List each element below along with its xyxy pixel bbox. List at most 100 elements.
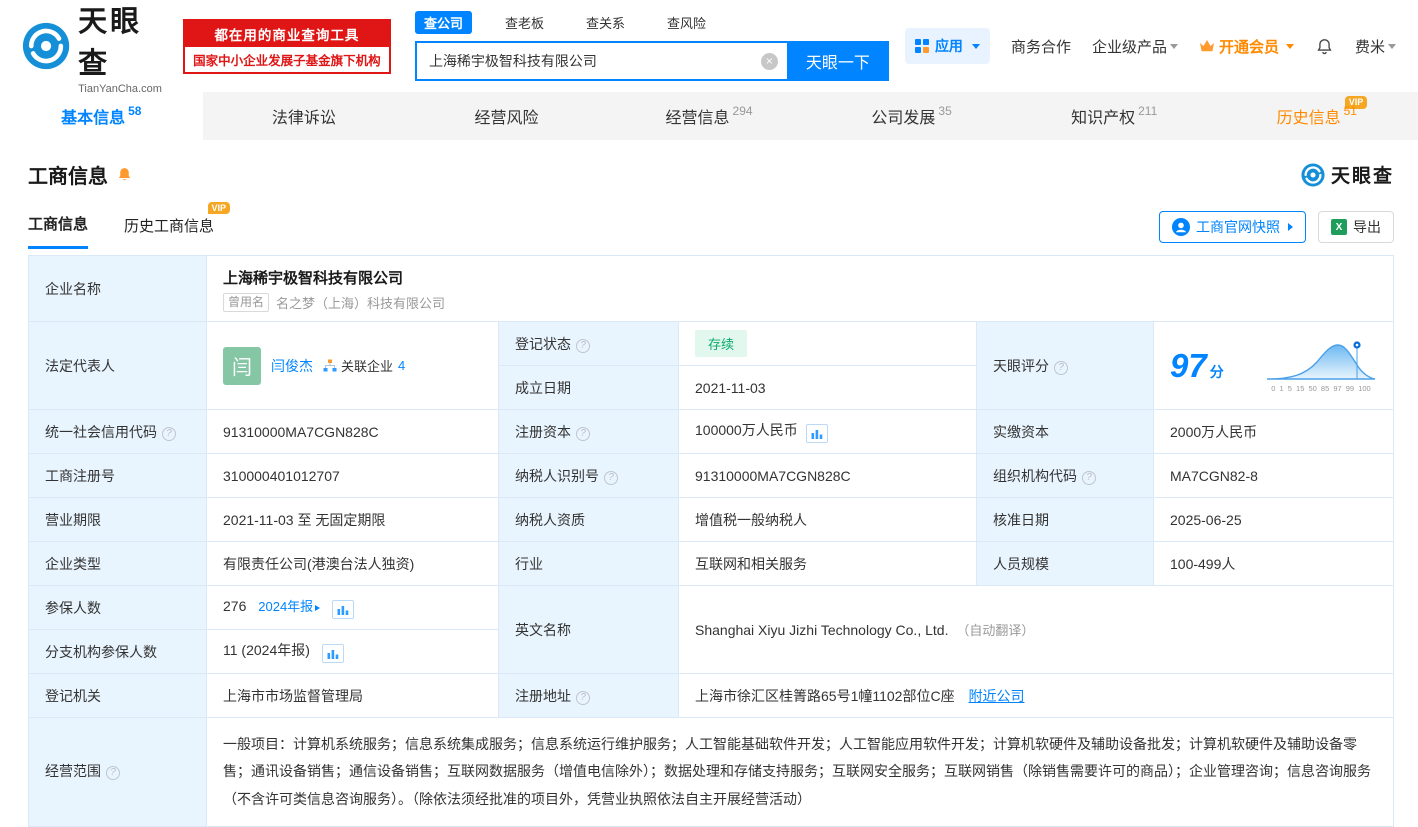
export-button-label: 导出: [1353, 219, 1381, 235]
tab-intellectual-property[interactable]: 知识产权 211: [1013, 92, 1216, 140]
former-name-badge: 曾用名: [223, 292, 270, 312]
help-icon[interactable]: [576, 426, 590, 441]
related-companies-link[interactable]: 关联企业 4: [323, 356, 405, 375]
label-est-date: 成立日期: [498, 365, 679, 410]
help-icon[interactable]: [1054, 360, 1068, 375]
tab-legal-proceedings[interactable]: 法律诉讼: [203, 92, 406, 140]
apps-grid-icon: [914, 39, 929, 53]
value-biz-term: 2021-11-03 至 无固定期限: [206, 497, 499, 542]
help-icon[interactable]: [162, 426, 176, 441]
official-snapshot-button[interactable]: 工商官网快照: [1159, 211, 1306, 243]
value-insured-count: 276 2024年报: [206, 585, 499, 630]
notification-bell-icon[interactable]: [1315, 37, 1334, 56]
site-logo[interactable]: 天眼查 TianYanCha.com: [22, 0, 167, 95]
company-section-tabs: 基本信息 58 法律诉讼 经营风险 经营信息 294 公司发展 35 知识产权 …: [0, 92, 1418, 140]
label-taxpayer-quality: 纳税人资质: [498, 497, 679, 542]
label-industry: 行业: [498, 541, 679, 586]
subscribe-bell-icon[interactable]: [116, 166, 133, 183]
subtab-row: 工商信息 VIP 历史工商信息 工商官网快照 X 导出: [0, 189, 1418, 251]
value-branch-insured: 11 (2024年报): [206, 629, 499, 674]
tab-count: 294: [732, 104, 753, 118]
business-cooperation-link[interactable]: 商务合作: [1011, 36, 1071, 57]
insured-chart-icon[interactable]: [332, 600, 355, 619]
label-business-scope: 经营范围: [28, 717, 207, 827]
value-approve-date: 2025-06-25: [1153, 497, 1394, 542]
score-axis-labels: 0 1 5 15 50 85 97 99 100: [1271, 383, 1371, 393]
label-credit-code: 统一社会信用代码: [28, 409, 207, 454]
tab-business-operations[interactable]: 经营信息 294: [608, 92, 811, 140]
value-staff-size: 100-499人: [1153, 541, 1394, 586]
help-icon[interactable]: [604, 470, 618, 485]
user-name: 费米: [1354, 38, 1385, 56]
tab-history-info[interactable]: VIP 历史信息 51: [1215, 92, 1418, 140]
clear-search-icon[interactable]: ×: [760, 52, 778, 70]
snapshot-button-label: 工商官网快照: [1196, 219, 1280, 235]
subtab-history-business-info[interactable]: VIP 历史工商信息: [124, 201, 231, 248]
value-business-scope: 一般项目：计算机系统服务；信息系统集成服务；信息系统运行维护服务；人工智能基础软…: [206, 717, 1394, 827]
export-button[interactable]: X 导出: [1318, 211, 1394, 243]
value-credit-code: 91310000MA7CGN828C: [206, 409, 499, 454]
user-menu[interactable]: 费米: [1355, 36, 1396, 57]
promo-line-2: 国家中小企业发展子基金旗下机构: [193, 53, 381, 68]
logo-title: 天眼查: [78, 5, 143, 80]
value-company-name: 上海稀宇极智科技有限公司 曾用名 名之梦（上海）科技有限公司: [206, 255, 1394, 322]
help-icon[interactable]: [576, 690, 590, 705]
label-staff-size: 人员规模: [976, 541, 1154, 586]
label-insured-count: 参保人数: [28, 585, 207, 630]
legal-rep-name-link[interactable]: 闫俊杰: [271, 356, 313, 376]
chevron-right-icon: [1288, 223, 1293, 231]
search-tab-company[interactable]: 查公司: [414, 11, 472, 34]
bell-curve-icon: [1266, 340, 1376, 380]
chevron-down-icon: [1169, 43, 1178, 49]
chevron-down-icon: [1285, 43, 1294, 49]
subtab-business-info[interactable]: 工商信息: [28, 213, 89, 249]
open-vip-link[interactable]: 开通会员: [1199, 36, 1294, 57]
search-tab-boss[interactable]: 查老板: [496, 11, 553, 34]
tianyancha-logo-icon: [1301, 162, 1325, 187]
search-input[interactable]: [416, 53, 787, 69]
label-reg-address: 注册地址: [498, 673, 679, 718]
tab-label: 经营风险: [474, 110, 539, 127]
branch-insured-chart-icon[interactable]: [321, 644, 344, 663]
score-number[interactable]: 97 分: [1170, 347, 1224, 385]
chevron-down-icon: [971, 43, 980, 49]
chevron-right-icon: [315, 605, 321, 611]
label-org-code: 组织机构代码: [976, 453, 1154, 498]
enterprise-products-label: 企业级产品: [1091, 38, 1167, 56]
annual-report-link[interactable]: 2024年报: [258, 599, 321, 614]
tab-label: 基本信息: [61, 110, 126, 127]
apps-menu-button[interactable]: 应用: [904, 28, 990, 64]
brand-name: 天眼查: [1330, 166, 1394, 187]
value-english-name: Shanghai Xiyu Jizhi Technology Co., Ltd.…: [678, 585, 1394, 674]
company-name-text[interactable]: 上海稀宇极智科技有限公司: [223, 267, 1377, 288]
value-reg-address: 上海市徐汇区桂箐路65号1幢1102部位C座 附近公司: [678, 673, 1394, 718]
nearby-companies-link[interactable]: 附近公司: [968, 688, 1024, 704]
label-reg-capital: 注册资本: [498, 409, 679, 454]
tab-operation-risk[interactable]: 经营风险: [405, 92, 608, 140]
label-reg-authority: 登记机关: [28, 673, 207, 718]
related-companies-count[interactable]: 4: [398, 358, 405, 373]
tab-basic-info[interactable]: 基本信息 58: [0, 92, 203, 140]
tab-count: 58: [128, 104, 142, 118]
help-icon[interactable]: [1082, 470, 1096, 485]
legal-rep-avatar[interactable]: 闫: [223, 346, 261, 385]
help-icon[interactable]: [106, 766, 120, 781]
value-est-date: 2021-11-03: [678, 365, 977, 410]
search-button[interactable]: 天眼一下: [786, 41, 889, 81]
label-reg-status: 登记状态: [498, 321, 679, 366]
chevron-down-icon: [1388, 43, 1396, 49]
search-type-tabs: 查公司 查老板 查关系 查风险: [414, 11, 889, 34]
tab-label: 历史信息: [1276, 110, 1341, 127]
help-icon[interactable]: [576, 338, 590, 353]
search-tab-relation[interactable]: 查关系: [577, 11, 634, 34]
promo-banner: 都在用的商业查询工具 国家中小企业发展子基金旗下机构: [182, 18, 391, 74]
value-taxpayer-no: 91310000MA7CGN828C: [678, 453, 977, 498]
tab-company-development[interactable]: 公司发展 35: [810, 92, 1013, 140]
capital-chart-icon[interactable]: [805, 424, 828, 443]
tab-count: 51: [1343, 104, 1357, 118]
status-badge: 存续: [695, 330, 748, 357]
search-tab-risk[interactable]: 查风险: [658, 11, 715, 34]
search-area: 查公司 查老板 查关系 查风险 × 天眼一下: [414, 11, 889, 81]
label-company-name: 企业名称: [28, 255, 207, 322]
enterprise-products-menu[interactable]: 企业级产品: [1092, 36, 1178, 57]
